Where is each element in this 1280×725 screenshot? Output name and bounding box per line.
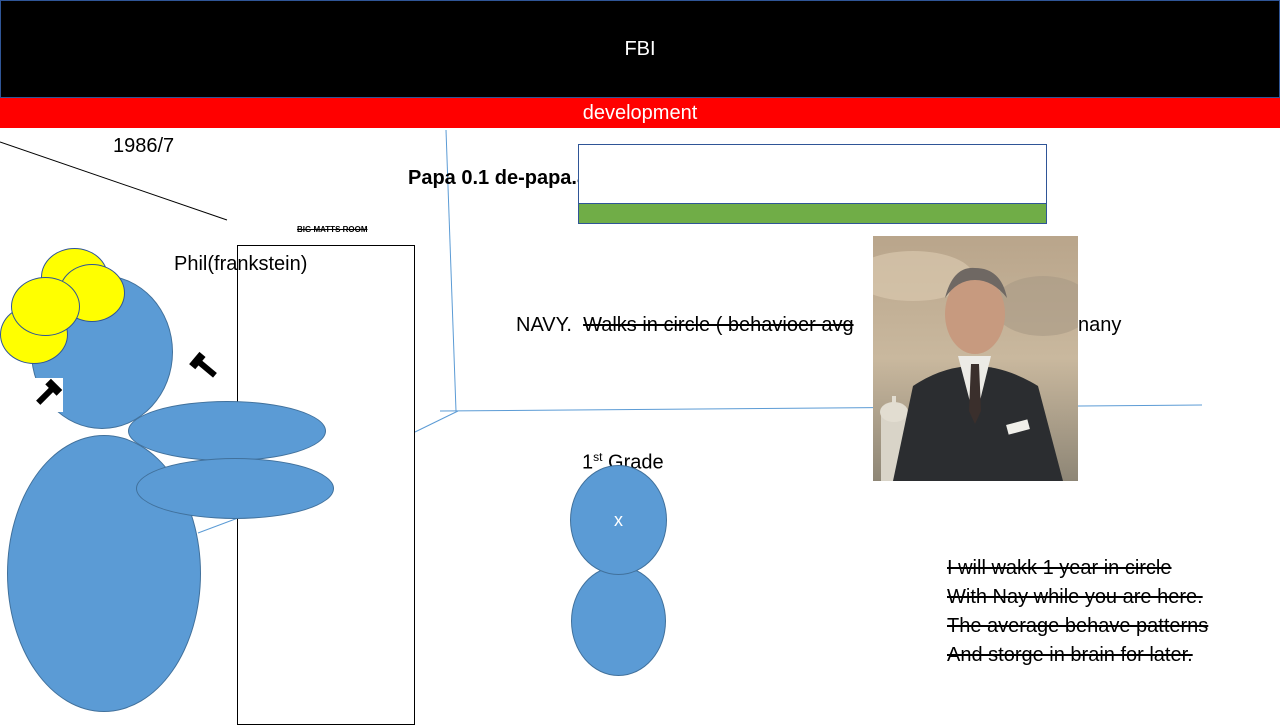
figure-hair bbox=[11, 277, 80, 336]
wrench-icon bbox=[29, 378, 63, 412]
lower-circle bbox=[571, 566, 666, 676]
date-label: 1986/7 bbox=[113, 135, 175, 157]
navy-tail: nany bbox=[1078, 314, 1122, 336]
figure-arm bbox=[128, 401, 326, 461]
circle-mark: x bbox=[614, 509, 623, 530]
papa-version: Papa 0.1 bbox=[408, 167, 490, 189]
note-line: And storge in brain for later. bbox=[947, 644, 1193, 666]
note-line: I will wakk 1 year in circle bbox=[947, 557, 1172, 579]
navy-struck: Walks in circle ( behavioer avg bbox=[583, 314, 854, 336]
grade-superscript: st bbox=[593, 450, 603, 464]
wrench-icon bbox=[189, 351, 217, 378]
figure-arm bbox=[136, 458, 334, 519]
note-line: The average behave patterns bbox=[947, 615, 1209, 637]
struck-notes: I will wakk 1 year in circle With Nay wh… bbox=[947, 554, 1208, 670]
navy-line: NAVY. Walks in circle ( behavioer avg bbox=[516, 314, 854, 337]
note-line: With Nay while you are here. bbox=[947, 586, 1203, 608]
progress-fill bbox=[579, 203, 1046, 223]
portrait-photo bbox=[873, 236, 1078, 481]
progress-box bbox=[578, 144, 1047, 224]
phil-label: Phil(frankstein) bbox=[174, 253, 308, 275]
room-label: BIG MATTS ROOM bbox=[297, 225, 368, 234]
navy-label: NAVY. bbox=[516, 314, 572, 336]
